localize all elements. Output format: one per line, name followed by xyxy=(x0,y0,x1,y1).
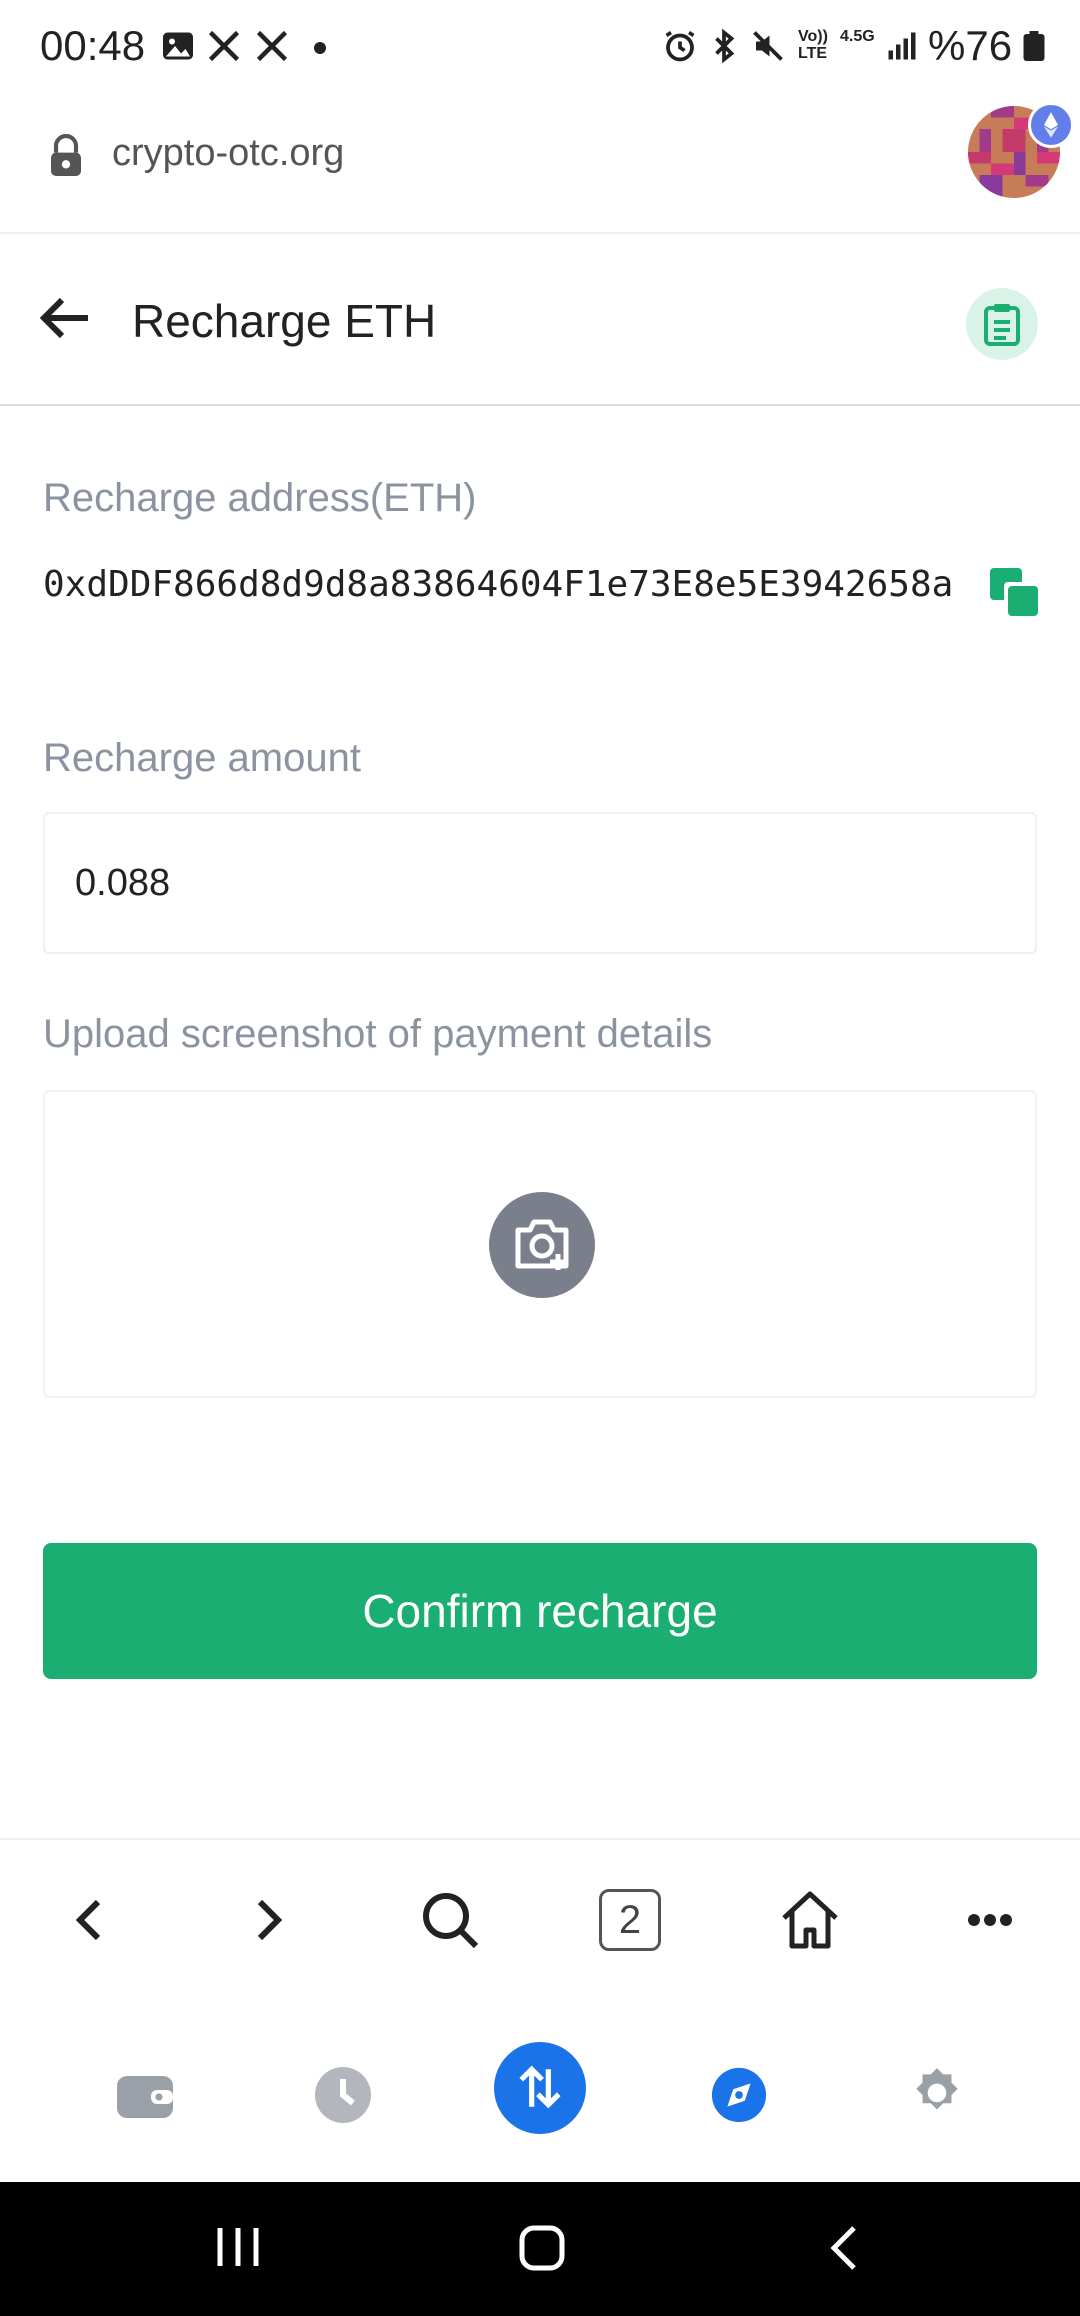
tab-count: 2 xyxy=(599,1889,661,1951)
back-icon xyxy=(75,1899,101,1941)
upload-area[interactable] xyxy=(43,1090,1037,1398)
swap-icon xyxy=(519,2065,561,2109)
volte-label: Vo)) LTE xyxy=(798,28,828,62)
x-logo-icon xyxy=(256,30,288,62)
recent-apps-icon[interactable] xyxy=(214,2224,264,2270)
confirm-recharge-button[interactable]: Confirm recharge xyxy=(43,1543,1037,1679)
page-title: Recharge ETH xyxy=(132,295,437,347)
image-icon xyxy=(163,32,193,60)
battery-icon xyxy=(1023,31,1045,61)
discover-icon xyxy=(711,2067,767,2123)
browser-tabs-button[interactable]: 2 xyxy=(590,1880,670,1960)
ethereum-badge-icon xyxy=(1028,102,1074,148)
home-button-icon[interactable] xyxy=(516,2222,568,2274)
browser-home-button[interactable] xyxy=(770,1880,850,1960)
browser-search-button[interactable] xyxy=(410,1880,490,1960)
wallet-icon xyxy=(117,2076,173,2118)
app-bottom-nav xyxy=(0,2006,1080,2182)
history-icon xyxy=(315,2067,371,2123)
amount-value: 0.088 xyxy=(75,862,171,904)
amount-label: Recharge amount xyxy=(43,736,361,780)
back-arrow-icon[interactable] xyxy=(40,296,92,340)
system-back-icon[interactable] xyxy=(826,2224,862,2272)
amount-input[interactable]: 0.088 xyxy=(43,812,1037,954)
nav-history[interactable] xyxy=(298,2050,388,2140)
nav-settings[interactable] xyxy=(892,2050,982,2140)
address-label: Recharge address(ETH) xyxy=(43,476,477,520)
signal-icon xyxy=(888,32,916,60)
browser-url-bar[interactable]: crypto-otc.org xyxy=(0,92,1080,234)
nav-swap[interactable] xyxy=(494,2042,586,2134)
battery-percent: %76 xyxy=(928,22,1013,69)
settings-icon xyxy=(916,2068,958,2110)
nav-wallet[interactable] xyxy=(100,2050,190,2140)
network-type-label: 4.5G xyxy=(840,28,875,45)
browser-toolbar: 2 xyxy=(0,1838,1080,2008)
browser-more-button[interactable] xyxy=(950,1880,1030,1960)
clipboard-icon xyxy=(984,304,1020,346)
browser-back-button[interactable] xyxy=(50,1880,130,1960)
copy-icon[interactable] xyxy=(988,566,1040,618)
status-time: 00:48 xyxy=(40,22,146,69)
records-button[interactable] xyxy=(966,288,1038,360)
lock-icon xyxy=(51,134,81,176)
page-header: Recharge ETH xyxy=(0,232,1080,406)
status-bar: 00:48 Vo)) LTE 4.5G %76 xyxy=(0,0,1080,92)
camera-plus-icon xyxy=(515,1219,569,1270)
url-text[interactable]: crypto-otc.org xyxy=(112,132,344,175)
dot-icon xyxy=(314,42,326,54)
browser-forward-button[interactable] xyxy=(228,1880,308,1960)
upload-label: Upload screenshot of payment details xyxy=(43,1012,713,1056)
home-icon xyxy=(782,1891,838,1949)
system-nav-bar xyxy=(0,2182,1080,2316)
camera-upload-button[interactable] xyxy=(489,1192,595,1298)
mute-icon xyxy=(753,31,783,61)
more-icon xyxy=(968,1914,1012,1926)
forward-icon xyxy=(257,1899,283,1941)
alarm-icon xyxy=(665,30,695,62)
x-logo-icon xyxy=(208,30,240,62)
bluetooth-icon xyxy=(715,28,735,64)
search-icon xyxy=(423,1893,479,1949)
nav-discover[interactable] xyxy=(694,2050,784,2140)
deposit-address: 0xdDDF866d8d9d8a83864604F1e73E8e5E394265… xyxy=(43,564,954,605)
